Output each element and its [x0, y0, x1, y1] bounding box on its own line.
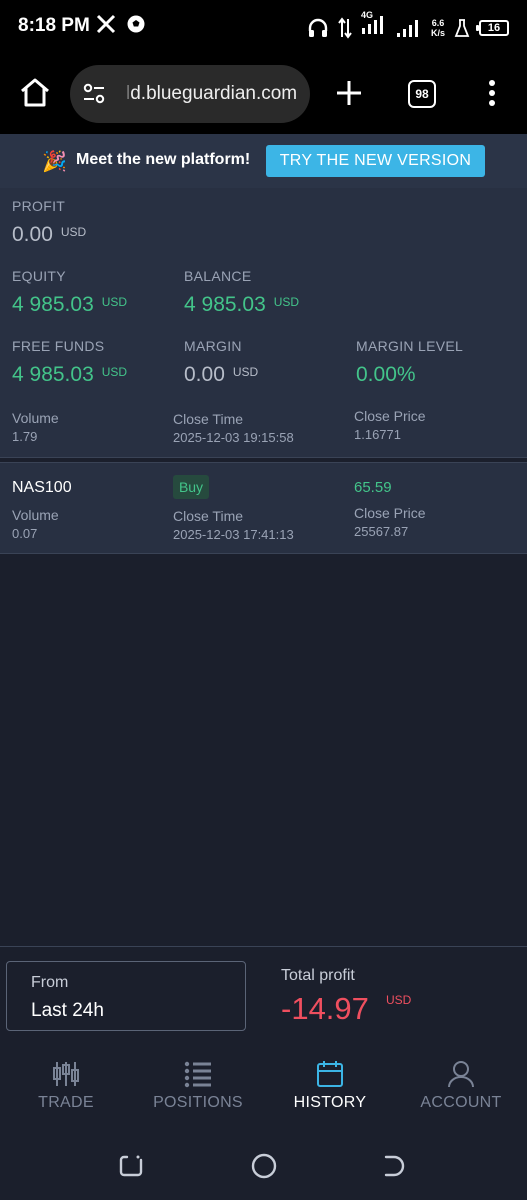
side-badge: Buy [173, 475, 209, 499]
close-time-value: 2025-12-03 19:15:58 [173, 430, 294, 445]
profit-value: 0.00 [12, 223, 53, 246]
nav-positions[interactable]: POSITIONS [132, 1060, 264, 1112]
flask-icon [454, 18, 470, 37]
margin-level-value: 0.00% [356, 363, 416, 386]
plus-icon[interactable] [334, 78, 364, 108]
list-icon [184, 1061, 211, 1088]
margin-level-metric: MARGIN LEVEL 0.00% [356, 338, 464, 386]
margin-metric: MARGIN 0.00 USD [184, 338, 259, 386]
try-new-version-button[interactable]: TRY THE NEW VERSION [266, 145, 485, 177]
new-platform-banner: 🎉 Meet the new platform! TRY THE NEW VER… [0, 134, 527, 188]
trade-profit-value: 65.59 [354, 479, 392, 496]
browser-toolbar: ld.blueguardian.com 98 [0, 54, 527, 134]
period-value: Last 24h [31, 1000, 104, 1021]
home-icon[interactable] [18, 76, 52, 110]
recents-icon[interactable] [118, 1153, 144, 1179]
history-summary: From Last 24h Total profit -14.97 USD [0, 946, 527, 1038]
headphones-icon [308, 18, 328, 37]
system-nav-bar [0, 1128, 527, 1200]
profit-metric: PROFIT 0.00 USD [12, 198, 87, 246]
volume-value: 1.79 [12, 429, 38, 444]
site-settings-icon[interactable] [82, 83, 106, 105]
free-funds-value: 4 985.03 [12, 363, 94, 386]
total-profit-label: Total profit [281, 967, 355, 984]
close-time-value: 2025-12-03 17:41:13 [173, 527, 294, 542]
volume-value: 0.07 [12, 526, 38, 541]
close-price-value: 1.16771 [354, 427, 401, 442]
clock: 8:18 PM [18, 15, 90, 36]
margin-value: 0.00 [184, 363, 225, 386]
home-circle-icon[interactable] [250, 1152, 278, 1180]
free-funds-metric: FREE FUNDS 4 985.03 USD [12, 338, 128, 386]
balance-value: 4 985.03 [184, 293, 266, 316]
equity-value: 4 985.03 [12, 293, 94, 316]
battery-icon: 16 [476, 19, 509, 36]
x-logo-icon [96, 14, 116, 34]
football-icon [127, 15, 145, 33]
total-profit-value: -14.97 [281, 991, 369, 1026]
nav-account[interactable]: ACCOUNT [395, 1060, 527, 1112]
back-icon[interactable] [382, 1153, 408, 1179]
tab-switcher-button[interactable]: 98 [408, 80, 436, 108]
total-profit-currency: USD [386, 993, 412, 1007]
banner-message: Meet the new platform! [76, 151, 251, 168]
close-price-value: 25567.87 [354, 524, 409, 539]
calendar-icon [317, 1061, 343, 1087]
balance-metric: BALANCE 4 985.03 USD [184, 268, 300, 316]
period-select[interactable]: From Last 24h [6, 961, 246, 1031]
url-text: ld.blueguardian.com [126, 83, 298, 104]
nav-trade[interactable]: TRADE [0, 1060, 132, 1112]
symbol-label: NAS100 [12, 479, 72, 496]
network-speed: 6.6 K/s [430, 17, 445, 38]
nav-history[interactable]: HISTORY [264, 1060, 396, 1112]
history-row[interactable]: NAS100 Buy 65.59 Volume 0.07 Close Time … [0, 462, 527, 554]
history-row[interactable]: Volume 1.79 Close Time 2025-12-03 19:15:… [0, 408, 527, 458]
status-bar: 8:18 PM 4G 6.6 K/s 16 [0, 0, 527, 54]
user-icon [448, 1061, 474, 1088]
network-type: 4G [360, 10, 373, 20]
candlestick-icon [53, 1062, 79, 1086]
more-vert-icon[interactable] [482, 78, 502, 108]
account-summary: PROFIT 0.00 USD EQUITY 4 985.03 USD BALANC… [0, 188, 527, 408]
equity-metric: EQUITY 4 985.03 USD [12, 268, 128, 316]
bottom-nav: TRADE POSITIONS HISTORY ACCOUNT [0, 1038, 527, 1128]
address-bar[interactable]: ld.blueguardian.com [70, 65, 310, 123]
data-arrows-icon [338, 16, 352, 39]
party-icon: 🎉 [42, 151, 67, 173]
signal-icon [396, 19, 418, 37]
